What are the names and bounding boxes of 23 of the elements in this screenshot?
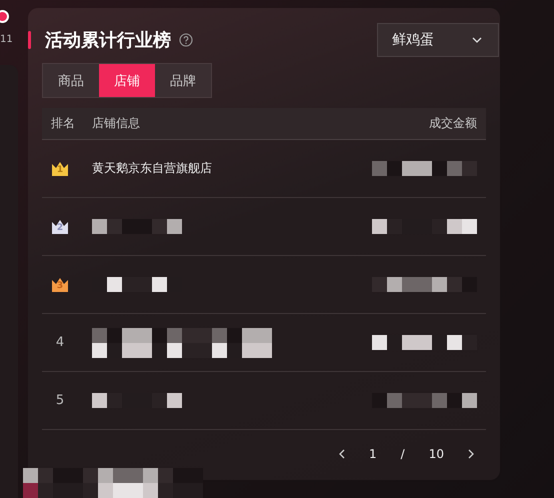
next-page-icon[interactable] (468, 449, 474, 459)
tab[interactable]: 品牌 (155, 64, 211, 97)
tab[interactable]: 商品 (43, 64, 99, 97)
help-icon[interactable] (179, 33, 193, 47)
page-separator: / (400, 447, 405, 461)
side-label: 11 (0, 34, 14, 45)
column-header: 成交金额 (428, 115, 478, 132)
crown-badge: 3 (51, 276, 69, 292)
shop-name[interactable]: 黄天鹅京东自营旗舰店 (92, 160, 212, 177)
column-header: 排名 (50, 115, 76, 132)
card-title: 活动累计行业榜 (45, 29, 171, 52)
title-accent (28, 31, 31, 49)
tab[interactable]: 店铺 (99, 64, 155, 97)
crown-badge: 2 (51, 218, 69, 234)
current-page: 1 (369, 447, 377, 461)
previous-page-icon[interactable] (339, 449, 346, 459)
category-dropdown[interactable]: 鲜鸡蛋 (377, 23, 499, 57)
crown-badge: 1 (51, 160, 69, 176)
total-pages: 10 (428, 447, 444, 461)
rank-number: 5 (54, 393, 66, 408)
column-header: 店铺信息 (91, 115, 141, 132)
rank-number: 4 (54, 335, 66, 350)
chevron-down-icon (472, 37, 482, 43)
